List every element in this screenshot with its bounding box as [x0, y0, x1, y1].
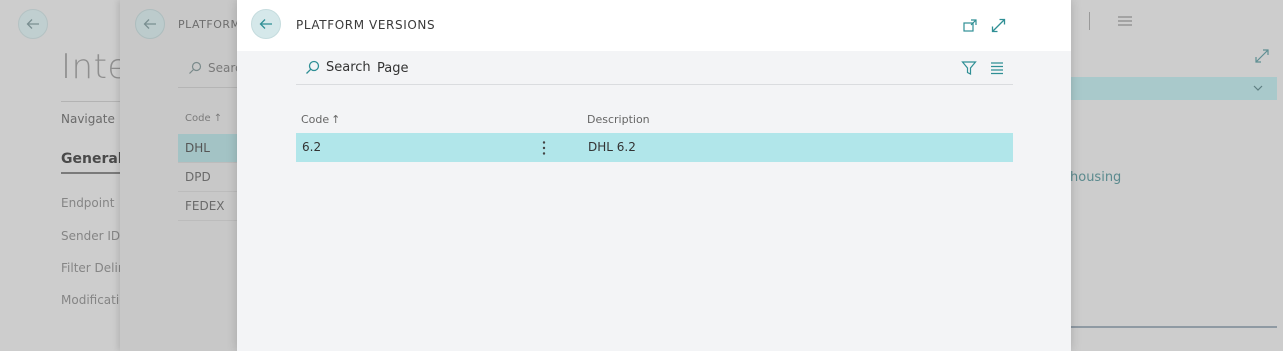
menu-icon[interactable] [1117, 16, 1133, 26]
popout-icon[interactable] [963, 19, 977, 33]
expand-icon[interactable] [1254, 48, 1270, 64]
background-field-label: Sender ID [61, 229, 121, 243]
page-menu-button[interactable]: Page [377, 61, 408, 76]
dialog-back-button[interactable] [251, 9, 281, 39]
description-column-label: Description [587, 113, 650, 126]
background-field-label: Modificatio [61, 293, 127, 307]
description-column-header[interactable]: Description [587, 113, 650, 126]
column-header-label: Code [185, 113, 211, 124]
background-fasttab-bar[interactable] [1071, 77, 1277, 100]
sort-ascending-icon: ↑ [213, 113, 223, 124]
search-label: Search [326, 60, 371, 75]
dialog-toolbar: Search Page [296, 51, 1013, 85]
filter-icon[interactable] [961, 60, 977, 76]
sort-ascending-icon: ↑ [331, 113, 341, 126]
search-button[interactable]: Search [305, 60, 371, 75]
list-view-icon[interactable] [990, 61, 1004, 75]
back-arrow-icon [143, 19, 156, 29]
more-options-icon[interactable] [541, 140, 547, 156]
code-cell[interactable]: 6.2 [302, 140, 321, 154]
dialog-title: PLATFORM VERSIONS [296, 18, 436, 32]
background-field-label: Endpoint [61, 196, 115, 210]
platform-code-column-header[interactable]: Code ↑ [185, 113, 222, 124]
background-navigate-tab[interactable]: Navigate [61, 112, 115, 126]
background-back-button[interactable] [18, 9, 48, 39]
chevron-down-icon[interactable] [1252, 82, 1264, 94]
platform-back-button[interactable] [135, 9, 165, 39]
table-row[interactable]: 6.2 DHL 6.2 [296, 133, 1013, 162]
description-cell[interactable]: DHL 6.2 [588, 140, 636, 154]
search-icon [189, 61, 202, 74]
background-bottom-line [1071, 326, 1277, 328]
platform-versions-dialog: PLATFORM VERSIONS Search Page Code ↑ Des… [237, 0, 1071, 351]
platform-search-button[interactable]: Searc [188, 61, 242, 75]
toolbar-separator [1089, 12, 1090, 30]
search-icon [306, 60, 320, 74]
back-arrow-icon [259, 19, 272, 29]
background-general-section[interactable]: General [61, 151, 123, 167]
code-column-header[interactable]: Code ↑ [301, 113, 340, 126]
platform-panel-title: PLATFORM [178, 18, 241, 31]
back-arrow-icon [26, 19, 39, 29]
code-column-label: Code [301, 113, 330, 126]
general-underline [61, 172, 123, 174]
expand-icon[interactable] [991, 18, 1006, 33]
